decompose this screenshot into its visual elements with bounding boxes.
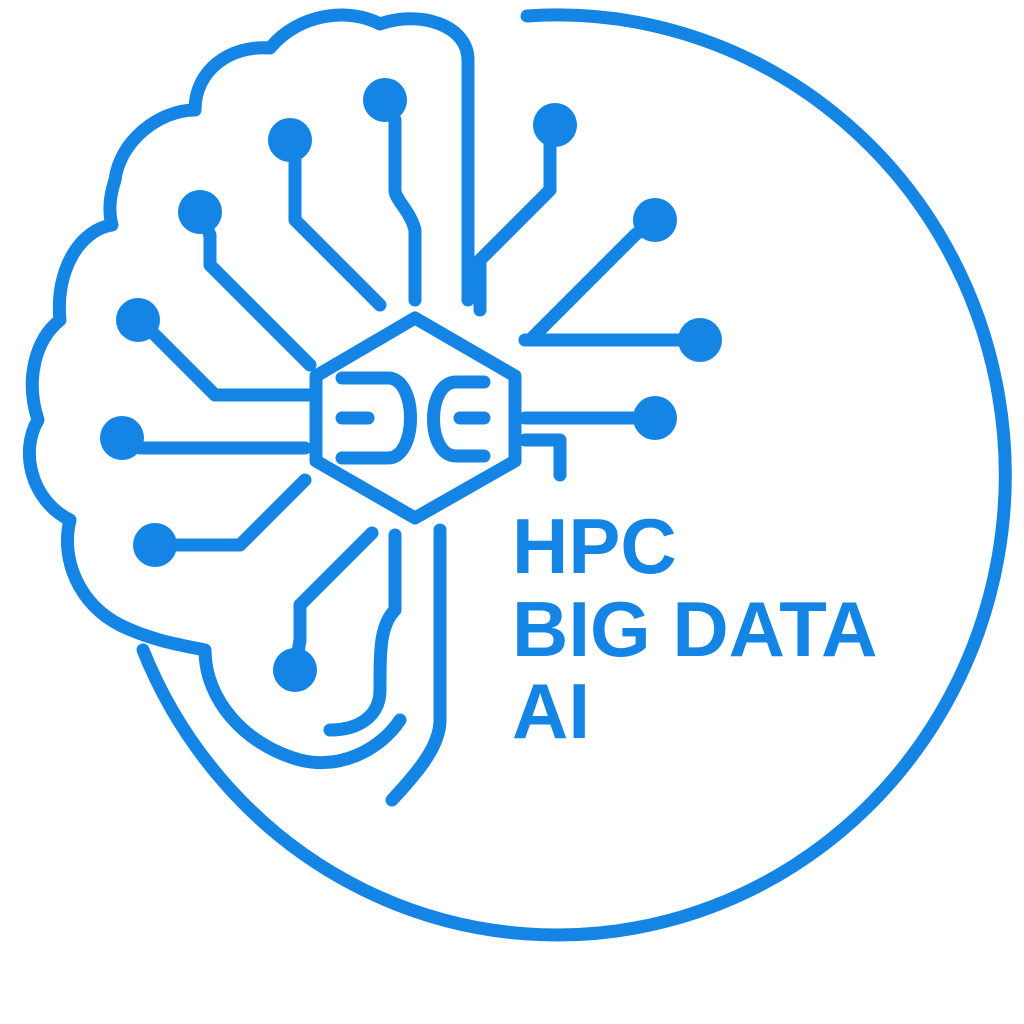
circuit-node <box>268 118 312 162</box>
circuit-node <box>133 523 177 567</box>
circuit-trace <box>148 473 312 552</box>
circuit-node <box>100 416 144 460</box>
logo-line-ai: AI <box>512 667 590 755</box>
circuit-node <box>633 396 677 440</box>
circuit-node <box>633 198 677 242</box>
circuit-trace <box>193 205 317 372</box>
circuit-node <box>363 78 407 122</box>
dc-monogram <box>335 371 491 465</box>
circuit-trace <box>473 118 562 317</box>
circuit-node <box>678 318 722 362</box>
circuit-node <box>533 103 577 147</box>
logo-line-big-data: BIG DATA <box>512 585 877 673</box>
logo-line-hpc: HPC <box>512 502 677 590</box>
circuit-trace <box>378 93 422 307</box>
circuit-trace <box>115 431 312 455</box>
circuit-trace <box>518 433 567 482</box>
circuit-node <box>116 298 160 342</box>
circuit-node <box>273 648 317 692</box>
circuit-trace <box>288 526 379 677</box>
circuit-trace <box>523 213 662 347</box>
circuit-trace <box>283 133 387 312</box>
brain-circuit-icon: HPC BIG DATA AI <box>22 8 1012 942</box>
hpc-bigdata-ai-logo: HPC BIG DATA AI <box>22 8 1012 942</box>
circuit-node <box>178 190 222 234</box>
